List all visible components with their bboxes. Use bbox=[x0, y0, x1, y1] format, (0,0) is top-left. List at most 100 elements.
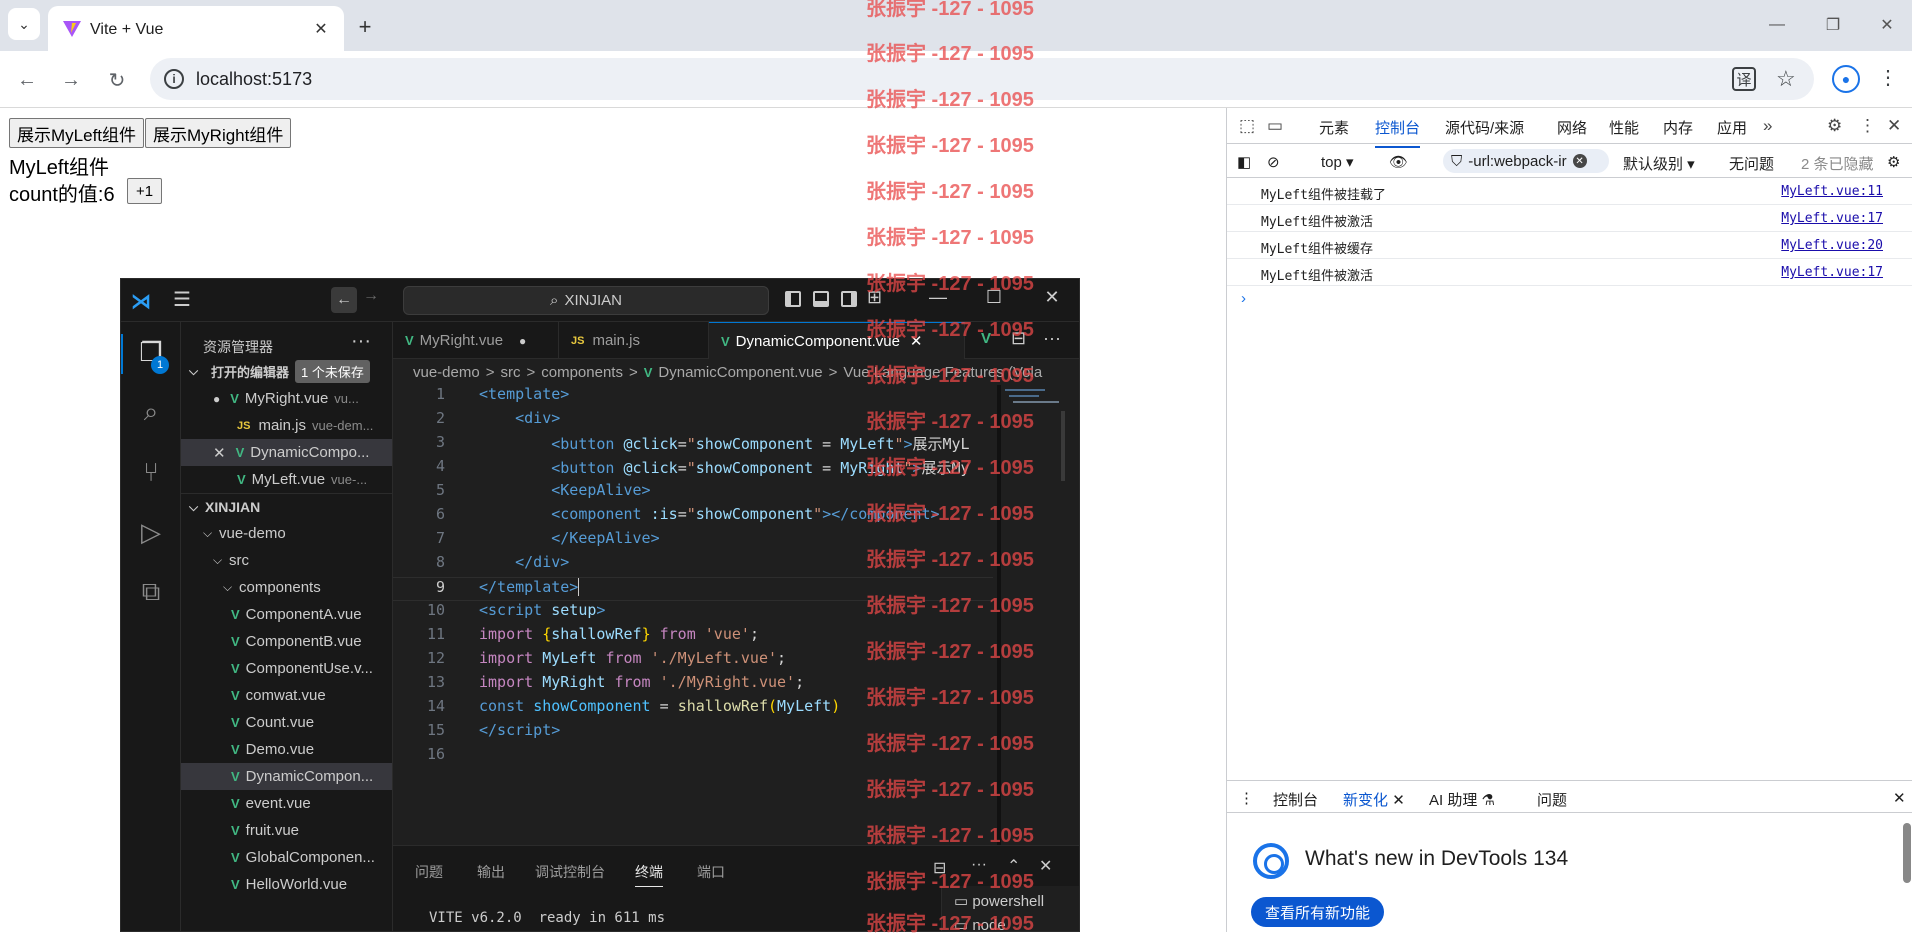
tree-file[interactable]: V ComponentB.vue bbox=[181, 628, 392, 655]
drawer-menu-icon[interactable]: ⋮ bbox=[1239, 789, 1254, 807]
editor-tab[interactable]: V MyRight.vue ● bbox=[393, 322, 559, 359]
menu-icon[interactable]: ☰ bbox=[173, 287, 191, 312]
log-levels-dropdown[interactable]: 默认级别 ▾ bbox=[1623, 153, 1695, 174]
clear-filter-icon[interactable]: ✕ bbox=[1572, 154, 1587, 168]
panel-tab-terminal[interactable]: 终端 bbox=[635, 862, 663, 887]
drawer-scrollbar[interactable] bbox=[1903, 823, 1911, 883]
toggle-panel-icon[interactable] bbox=[813, 291, 829, 307]
more-horizontal-icon[interactable]: ··· bbox=[351, 330, 371, 353]
split-editor-icon[interactable]: ⊟ bbox=[1011, 328, 1026, 349]
tree-file[interactable]: V ComponentA.vue bbox=[181, 601, 392, 628]
browser-tab-active[interactable]: Vite + Vue ✕ bbox=[48, 6, 344, 51]
tab-search-button[interactable]: ⌄ bbox=[8, 8, 40, 40]
devtools-tab-elements[interactable]: 元素 bbox=[1319, 117, 1349, 138]
devtools-tab-memory[interactable]: 内存 bbox=[1663, 117, 1693, 138]
tree-folder-components[interactable]: ⌵ components bbox=[181, 574, 392, 601]
device-toolbar-icon[interactable]: ▭ bbox=[1267, 116, 1283, 136]
profile-avatar-icon[interactable]: ● bbox=[1832, 65, 1860, 93]
tab-close-icon[interactable]: ✕ bbox=[308, 16, 334, 42]
tree-file[interactable]: V Demo.vue bbox=[181, 736, 392, 763]
url-text[interactable]: localhost:5173 bbox=[196, 69, 312, 90]
sidebar-toggle-icon[interactable]: ◧ bbox=[1237, 153, 1251, 171]
maximize-panel-icon[interactable]: ⌃ bbox=[1007, 856, 1020, 876]
editor-tab-active[interactable]: V DynamicComponent.vue ✕ bbox=[709, 322, 965, 359]
close-icon[interactable]: ✕ bbox=[1392, 792, 1405, 809]
minimap[interactable] bbox=[1001, 385, 1067, 845]
code-editor[interactable]: 1 <template> 2 <div> 3 <button @click="sh… bbox=[393, 385, 993, 845]
close-icon[interactable]: ✕ bbox=[213, 444, 226, 462]
tree-file[interactable]: V HelloWorld.vue bbox=[181, 871, 392, 898]
tree-file[interactable]: V Count.vue bbox=[181, 709, 392, 736]
devtools-tab-performance[interactable]: 性能 bbox=[1609, 117, 1639, 138]
open-editor-item[interactable]: V MyLeft.vue vue-... bbox=[181, 466, 392, 493]
close-window-icon[interactable]: ✕ bbox=[1872, 10, 1902, 40]
panel-tab-problems[interactable]: 问题 bbox=[415, 862, 443, 882]
console-filter-input[interactable]: ⛉ -url:webpack-ir ✕ bbox=[1443, 149, 1609, 173]
issues-count[interactable]: 无问题 bbox=[1729, 153, 1774, 174]
tree-file[interactable]: V GlobalComponen... bbox=[181, 844, 392, 871]
clear-console-icon[interactable]: ⊘ bbox=[1267, 153, 1280, 171]
reload-icon[interactable]: ↻ bbox=[102, 65, 132, 95]
see-all-features-button[interactable]: 查看所有新功能 bbox=[1251, 897, 1385, 927]
settings-gear-icon[interactable]: ⚙ bbox=[1827, 116, 1842, 136]
command-center-search[interactable]: ⌕ XINJIAN bbox=[403, 286, 769, 315]
panel-tab-debug-console[interactable]: 调试控制台 bbox=[535, 862, 605, 882]
open-editor-item[interactable]: ● V MyRight.vue vu... bbox=[181, 385, 392, 412]
close-panel-icon[interactable]: ✕ bbox=[1039, 856, 1052, 876]
panel-tab-output[interactable]: 输出 bbox=[477, 862, 505, 882]
search-icon[interactable]: ⌕ bbox=[135, 396, 167, 428]
devtools-tab-network[interactable]: 网络 bbox=[1557, 117, 1587, 138]
toggle-secondary-sidebar-icon[interactable] bbox=[841, 291, 857, 307]
customize-layout-icon[interactable]: ⊞ bbox=[867, 287, 882, 308]
tree-file[interactable]: Vevent.vue bbox=[181, 790, 392, 817]
vscode-minimize-icon[interactable]: — bbox=[925, 287, 951, 308]
close-icon[interactable]: ✕ bbox=[910, 332, 923, 350]
drawer-tab-ai-assistant[interactable]: AI 助理 ⚗ bbox=[1429, 789, 1495, 810]
folder-header[interactable]: ⌵ XINJIAN bbox=[181, 493, 392, 520]
show-myright-button[interactable]: 展示MyRight组件 bbox=[145, 118, 292, 148]
tree-file[interactable]: Vfruit.vue bbox=[181, 817, 392, 844]
tree-file[interactable]: Vcomwat.vue bbox=[181, 682, 392, 709]
more-vertical-icon[interactable]: ⋮ bbox=[1859, 116, 1876, 136]
close-drawer-icon[interactable]: ✕ bbox=[1893, 789, 1906, 807]
vscode-close-icon[interactable]: ✕ bbox=[1039, 287, 1065, 308]
bookmark-star-icon[interactable]: ☆ bbox=[1776, 66, 1796, 92]
more-vertical-icon[interactable]: ⋮ bbox=[1878, 65, 1898, 90]
run-debug-icon[interactable]: ▷ bbox=[135, 516, 167, 548]
tree-folder-vue-demo[interactable]: ⌵ vue-demo bbox=[181, 520, 392, 547]
more-tabs-icon[interactable]: » bbox=[1763, 116, 1772, 136]
live-expression-eye-icon[interactable]: 👁 bbox=[1389, 153, 1408, 171]
inspect-element-icon[interactable]: ⬚ bbox=[1239, 116, 1255, 136]
translate-icon[interactable]: 译 bbox=[1732, 67, 1756, 91]
drawer-tab-console[interactable]: 控制台 bbox=[1273, 789, 1318, 810]
more-horizontal-icon[interactable]: ··· bbox=[971, 856, 987, 874]
close-devtools-icon[interactable]: ✕ bbox=[1887, 116, 1901, 136]
new-tab-button[interactable]: + bbox=[350, 12, 380, 42]
panel-tab-ports[interactable]: 端口 bbox=[697, 862, 725, 882]
open-editor-item[interactable]: JS main.js vue-dem... bbox=[181, 412, 392, 439]
toggle-sidebar-icon[interactable] bbox=[785, 291, 801, 307]
editor-tab[interactable]: JS main.js bbox=[559, 322, 709, 359]
increment-button[interactable]: +1 bbox=[127, 178, 163, 204]
show-myleft-button[interactable]: 展示MyLeft组件 bbox=[9, 118, 145, 148]
devtools-tab-application[interactable]: 应用 bbox=[1717, 117, 1747, 138]
open-editor-item[interactable]: ✕ V DynamicCompo... bbox=[181, 439, 392, 466]
console-settings-gear-icon[interactable]: ⚙ bbox=[1887, 153, 1900, 171]
minimize-icon[interactable]: — bbox=[1762, 10, 1792, 40]
open-editors-header[interactable]: ⌵ 打开的编辑器 1 个未保存 bbox=[189, 359, 370, 383]
source-control-icon[interactable]: ⑂ bbox=[135, 456, 167, 488]
console-prompt-caret-icon[interactable]: › bbox=[1241, 290, 1246, 307]
tree-file-selected[interactable]: V DynamicCompon... bbox=[181, 763, 392, 790]
tree-folder-src[interactable]: ⌵ src bbox=[181, 547, 392, 574]
forward-arrow-icon[interactable]: → bbox=[56, 65, 86, 95]
more-horizontal-icon[interactable]: ··· bbox=[1043, 328, 1061, 349]
vscode-maximize-icon[interactable]: ☐ bbox=[981, 287, 1007, 308]
address-bar[interactable]: i localhost:5173 译 ☆ bbox=[150, 58, 1814, 100]
terminal-entry[interactable]: ▭ node bbox=[954, 916, 1006, 931]
drawer-tab-whats-new[interactable]: 新变化 ✕ bbox=[1343, 789, 1405, 810]
site-info-icon[interactable]: i bbox=[164, 69, 184, 89]
devtools-tab-sources[interactable]: 源代码/来源 bbox=[1445, 117, 1524, 138]
tree-file[interactable]: V ComponentUse.v... bbox=[181, 655, 392, 682]
terminal-entry[interactable]: ▭ powershell bbox=[954, 892, 1044, 910]
extensions-icon[interactable]: ⧉ bbox=[135, 576, 167, 608]
